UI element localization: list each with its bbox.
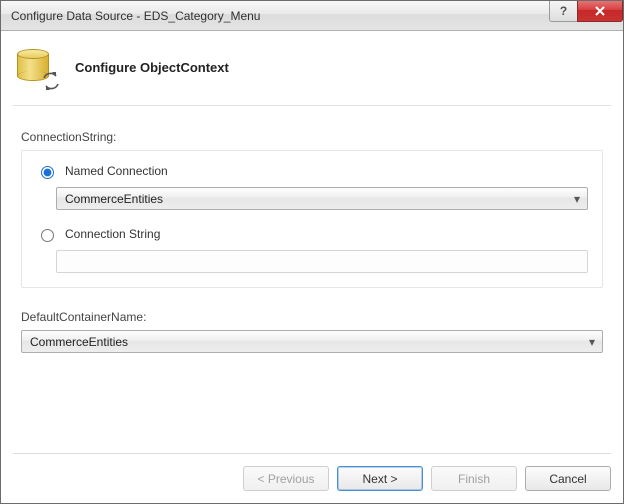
named-connection-dropdown[interactable]: CommerceEntities ▾ — [56, 187, 588, 210]
previous-button: < Previous — [243, 466, 329, 491]
named-connection-block: Named Connection CommerceEntities ▾ — [36, 163, 588, 210]
dialog-window: Configure Data Source - EDS_Category_Men… — [0, 0, 624, 504]
finish-button: Finish — [431, 466, 517, 491]
connectionstring-label: ConnectionString: — [21, 130, 603, 144]
connection-string-radio[interactable] — [41, 229, 54, 242]
chevron-down-icon: ▾ — [586, 335, 598, 349]
defaultcontainer-label: DefaultContainerName: — [21, 310, 603, 324]
cancel-button[interactable]: Cancel — [525, 466, 611, 491]
defaultcontainer-value: CommerceEntities — [30, 335, 128, 349]
dialog-body: Configure ObjectContext ConnectionString… — [1, 31, 623, 503]
close-button[interactable] — [577, 1, 623, 22]
named-connection-value: CommerceEntities — [65, 192, 163, 206]
titlebar[interactable]: Configure Data Source - EDS_Category_Men… — [1, 1, 623, 31]
help-button[interactable]: ? — [549, 1, 577, 22]
database-icon — [17, 47, 57, 87]
chevron-down-icon: ▾ — [571, 192, 583, 206]
help-icon: ? — [560, 4, 567, 18]
close-icon — [594, 6, 606, 16]
button-row: < Previous Next > Finish Cancel — [13, 453, 611, 491]
page-header: Configure ObjectContext — [13, 41, 611, 106]
connectionstring-group: Named Connection CommerceEntities ▾ Conn… — [21, 150, 603, 288]
connection-string-input[interactable] — [56, 250, 588, 273]
content-area: ConnectionString: Named Connection Comme… — [13, 106, 611, 453]
next-button[interactable]: Next > — [337, 466, 423, 491]
refresh-icon — [41, 71, 61, 91]
named-connection-radio[interactable] — [41, 166, 54, 179]
window-controls: ? — [549, 1, 623, 22]
connection-string-label[interactable]: Connection String — [65, 227, 160, 241]
named-connection-label[interactable]: Named Connection — [65, 164, 168, 178]
defaultcontainer-dropdown[interactable]: CommerceEntities ▾ — [21, 330, 603, 353]
connection-string-block: Connection String — [36, 226, 588, 273]
page-title: Configure ObjectContext — [75, 60, 229, 75]
window-title: Configure Data Source - EDS_Category_Men… — [11, 9, 260, 23]
